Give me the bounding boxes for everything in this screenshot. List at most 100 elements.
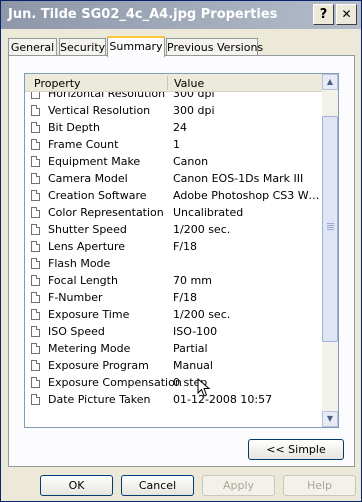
document-icon xyxy=(31,173,40,184)
document-icon xyxy=(31,224,40,235)
list-item[interactable]: Equipment Make Canon xyxy=(25,153,323,170)
property-name: Date Picture Taken xyxy=(48,393,151,406)
tab-summary[interactable]: Summary xyxy=(107,36,165,57)
scroll-down-button[interactable]: ▼ xyxy=(322,411,338,427)
property-name: Flash Mode xyxy=(48,257,111,270)
tab-general[interactable]: General xyxy=(8,38,57,56)
scroll-thumb[interactable] xyxy=(322,116,338,342)
property-name: Vertical Resolution xyxy=(48,104,151,117)
list-item[interactable]: Vertical Resolution 300 dpi xyxy=(25,102,323,119)
property-name: Horizontal Resolution xyxy=(48,92,166,100)
document-icon xyxy=(31,122,40,133)
property-name: Exposure Program xyxy=(48,359,149,372)
property-name: Frame Count xyxy=(48,138,119,151)
tab-security[interactable]: Security xyxy=(59,38,106,56)
property-value: Manual xyxy=(173,359,213,372)
document-icon xyxy=(31,326,40,337)
document-icon xyxy=(31,92,40,99)
list-item[interactable]: Creation Software Adobe Photoshop CS3 Win… xyxy=(25,187,323,204)
apply-button[interactable]: Apply xyxy=(202,475,275,496)
list-item[interactable]: Exposure Time 1/200 sec. xyxy=(25,306,323,323)
list-item[interactable]: Color Representation Uncalibrated xyxy=(25,204,323,221)
property-column-header[interactable]: Property xyxy=(34,77,81,90)
title-bar[interactable]: Jun. Tilde SG02_4c_A4.jpg Properties ? ✕ xyxy=(1,1,361,29)
property-value: F/18 xyxy=(173,291,198,304)
document-icon xyxy=(31,343,40,354)
property-value: 300 dpi xyxy=(173,104,215,117)
property-value: Partial xyxy=(173,342,208,355)
list-item[interactable]: Bit Depth 24 xyxy=(25,119,323,136)
list-item[interactable]: F-Number F/18 xyxy=(25,289,323,306)
list-rows: Horizontal Resolution 300 dpi Vertical Res… xyxy=(25,92,323,427)
property-value: 1 xyxy=(173,138,180,151)
list-item[interactable]: Exposure Compensation 0 step xyxy=(25,374,323,391)
vertical-scrollbar[interactable]: ▲ ▼ xyxy=(322,74,338,427)
scroll-grip-icon xyxy=(327,223,334,224)
document-icon xyxy=(31,241,40,252)
ok-button[interactable]: OK xyxy=(40,475,113,496)
property-value: Uncalibrated xyxy=(173,206,244,219)
list-item[interactable]: Exposure Program Manual xyxy=(25,357,323,374)
property-name: Bit Depth xyxy=(48,121,100,134)
property-name: Color Representation xyxy=(48,206,164,219)
property-name: ISO Speed xyxy=(48,325,105,338)
list-item[interactable]: Camera Model Canon EOS-1Ds Mark III xyxy=(25,170,323,187)
list-item[interactable]: Frame Count 1 xyxy=(25,136,323,153)
document-icon xyxy=(31,275,40,286)
property-name: Lens Aperture xyxy=(48,240,126,253)
property-name: Shutter Speed xyxy=(48,223,127,236)
help-title-button[interactable]: ? xyxy=(313,4,334,25)
property-value: 24 xyxy=(173,121,187,134)
property-name: Creation Software xyxy=(48,189,147,202)
list-item[interactable]: Focal Length 70 mm xyxy=(25,272,323,289)
tab-previous-versions[interactable]: Previous Versions xyxy=(166,38,263,56)
list-item[interactable]: ISO Speed ISO-100 xyxy=(25,323,323,340)
property-value: 300 dpi xyxy=(173,92,215,100)
property-name: Metering Mode xyxy=(48,342,131,355)
document-icon xyxy=(31,258,40,269)
list-item[interactable]: Metering Mode Partial xyxy=(25,340,323,357)
list-item[interactable]: Lens Aperture F/18 xyxy=(25,238,323,255)
document-icon xyxy=(31,139,40,150)
window-title: Jun. Tilde SG02_4c_A4.jpg Properties xyxy=(8,7,278,22)
property-value: 1/200 sec. xyxy=(173,308,231,321)
list-header: Property Value xyxy=(25,74,323,92)
document-icon xyxy=(31,190,40,201)
list-item[interactable]: Date Picture Taken 01-12-2008 10:57 xyxy=(25,391,323,408)
property-value: Canon xyxy=(173,155,209,168)
document-icon xyxy=(31,105,40,116)
property-value: Adobe Photoshop CS3 Wind... xyxy=(173,189,321,202)
close-button[interactable]: ✕ xyxy=(336,4,357,25)
property-value: 70 mm xyxy=(173,274,212,287)
document-icon xyxy=(31,360,40,371)
property-value: 01-12-2008 10:57 xyxy=(173,393,273,406)
value-column-header[interactable]: Value xyxy=(174,77,204,90)
properties-list[interactable]: Property Value Horizontal Resolution 300 … xyxy=(24,73,339,428)
cancel-button[interactable]: Cancel xyxy=(121,475,194,496)
list-item[interactable]: Horizontal Resolution 300 dpi xyxy=(25,92,323,102)
simple-button[interactable]: << Simple xyxy=(248,439,344,460)
property-name: Equipment Make xyxy=(48,155,141,168)
document-icon xyxy=(31,394,40,405)
summary-panel: Property Value Horizontal Resolution 300 … xyxy=(8,55,355,467)
property-value: ISO-100 xyxy=(173,325,218,338)
property-name: Exposure Compensation xyxy=(48,376,182,389)
property-value: 1/200 sec. xyxy=(173,223,231,236)
property-value: Canon EOS-1Ds Mark III xyxy=(173,172,304,185)
scroll-up-button[interactable]: ▲ xyxy=(322,74,338,90)
properties-dialog: Jun. Tilde SG02_4c_A4.jpg Properties ? ✕… xyxy=(0,0,362,502)
help-button[interactable]: Help xyxy=(283,475,356,496)
property-name: Focal Length xyxy=(48,274,118,287)
property-name: F-Number xyxy=(48,291,103,304)
property-name: Exposure Time xyxy=(48,308,130,321)
mouse-pointer-icon xyxy=(197,378,211,397)
column-divider[interactable] xyxy=(167,76,168,90)
document-icon xyxy=(31,377,40,388)
document-icon xyxy=(31,292,40,303)
list-item[interactable]: Shutter Speed 1/200 sec. xyxy=(25,221,323,238)
document-icon xyxy=(31,156,40,167)
list-item[interactable]: Flash Mode xyxy=(25,255,323,272)
property-value: F/18 xyxy=(173,240,198,253)
document-icon xyxy=(31,207,40,218)
property-name: Camera Model xyxy=(48,172,128,185)
